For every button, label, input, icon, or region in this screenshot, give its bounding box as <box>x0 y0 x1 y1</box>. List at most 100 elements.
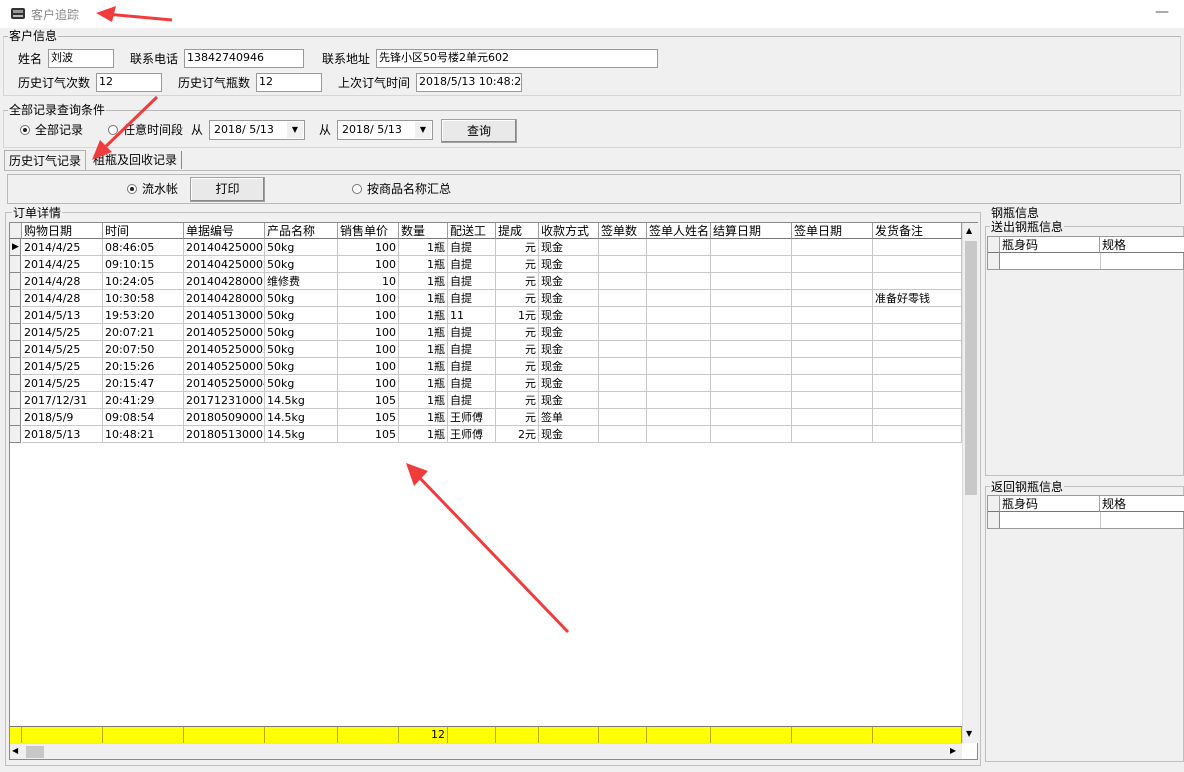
table-cell[interactable] <box>711 307 792 324</box>
table-cell[interactable]: 20:07:21 <box>103 324 184 341</box>
table-cell[interactable]: 2018/5/9 <box>22 409 103 426</box>
table-cell[interactable]: 现金 <box>539 375 599 392</box>
table-cell[interactable]: 现金 <box>539 307 599 324</box>
table-cell[interactable]: 105 <box>338 409 399 426</box>
table-cell[interactable]: 2014/5/25 <box>22 358 103 375</box>
table-cell[interactable]: 201805090001 <box>184 409 265 426</box>
table-cell[interactable]: 08:46:05 <box>103 239 184 256</box>
table-cell[interactable]: 100 <box>338 239 399 256</box>
row-indicator[interactable] <box>10 358 21 375</box>
table-cell[interactable]: 201404280001 <box>184 273 265 290</box>
table-cell[interactable] <box>873 358 962 375</box>
table-cell[interactable] <box>599 307 647 324</box>
tab-order-history[interactable]: 历史订气记录 <box>4 150 87 170</box>
table-cell[interactable] <box>711 273 792 290</box>
table-cell[interactable] <box>792 341 873 358</box>
radio-product-summary[interactable] <box>352 184 362 194</box>
table-cell[interactable] <box>711 409 792 426</box>
table-cell[interactable] <box>711 239 792 256</box>
table-cell[interactable]: 元 <box>496 239 539 256</box>
table-cell[interactable] <box>873 392 962 409</box>
table-cell[interactable] <box>873 409 962 426</box>
table-cell[interactable]: 现金 <box>539 426 599 443</box>
table-cell[interactable]: 14.5kg <box>265 409 338 426</box>
table-cell[interactable]: 50kg <box>265 358 338 375</box>
table-cell[interactable]: 2014/5/25 <box>22 324 103 341</box>
table-cell[interactable]: 王师傅 <box>448 409 496 426</box>
table-cell[interactable]: 100 <box>338 375 399 392</box>
table-cell[interactable]: 1瓶 <box>399 358 448 375</box>
table-cell[interactable]: 维修费 <box>265 273 338 290</box>
table-cell[interactable]: 自提 <box>448 358 496 375</box>
column-header[interactable]: 签单数 <box>599 223 647 239</box>
row-indicator[interactable]: ▶ <box>10 239 21 256</box>
scroll-up-icon[interactable]: ▲ <box>966 226 972 235</box>
column-header[interactable]: 时间 <box>103 223 184 239</box>
table-cell[interactable]: 元 <box>496 290 539 307</box>
table-cell[interactable] <box>873 307 962 324</box>
table-cell[interactable]: 现金 <box>539 392 599 409</box>
table-cell[interactable]: 20:15:47 <box>103 375 184 392</box>
table-cell[interactable]: 50kg <box>265 307 338 324</box>
table-cell[interactable] <box>599 341 647 358</box>
table-cell[interactable]: 元 <box>496 324 539 341</box>
scroll-down-icon[interactable]: ▼ <box>966 729 972 738</box>
table-cell[interactable] <box>647 290 711 307</box>
table-cell[interactable]: 1瓶 <box>399 409 448 426</box>
table-cell[interactable] <box>873 375 962 392</box>
name-field[interactable]: 刘波 <box>48 49 114 68</box>
table-cell[interactable]: 10:30:58 <box>103 290 184 307</box>
scroll-thumb[interactable] <box>965 241 977 495</box>
table-cell[interactable]: 105 <box>338 392 399 409</box>
table-cell[interactable]: 元 <box>496 375 539 392</box>
table-cell[interactable] <box>873 273 962 290</box>
table-cell[interactable] <box>711 392 792 409</box>
column-header[interactable]: 规格 <box>1100 237 1184 253</box>
scroll-left-icon[interactable]: ◀ <box>12 746 18 755</box>
table-cell[interactable] <box>792 239 873 256</box>
table-cell[interactable]: 100 <box>338 307 399 324</box>
table-cell[interactable]: 2014/4/25 <box>22 256 103 273</box>
column-header[interactable]: 规格 <box>1100 496 1184 512</box>
table-cell[interactable]: 现金 <box>539 239 599 256</box>
table-cell[interactable]: 201805130001 <box>184 426 265 443</box>
table-cell[interactable]: 09:08:54 <box>103 409 184 426</box>
tab-rental-recycle[interactable]: 租瓶及回收记录 <box>89 151 183 169</box>
table-cell[interactable]: 50kg <box>265 324 338 341</box>
scroll-right-icon[interactable]: ▶ <box>950 746 956 755</box>
chevron-down-icon[interactable]: ▼ <box>415 122 431 138</box>
table-cell[interactable]: 自提 <box>448 392 496 409</box>
table-cell[interactable]: 11 <box>448 307 496 324</box>
radio-date-range[interactable] <box>108 125 118 135</box>
table-cell[interactable]: 1瓶 <box>399 392 448 409</box>
horizontal-scrollbar[interactable]: ◀ ▶ <box>10 743 962 759</box>
table-cell[interactable]: 自提 <box>448 375 496 392</box>
table-cell[interactable]: 元 <box>496 409 539 426</box>
column-header[interactable]: 单据编号 <box>184 223 265 239</box>
table-cell[interactable]: 2018/5/13 <box>22 426 103 443</box>
table-cell[interactable]: 2017/12/31 <box>22 392 103 409</box>
row-indicator[interactable] <box>10 375 21 392</box>
table-cell[interactable]: 100 <box>338 256 399 273</box>
table-cell[interactable]: 105 <box>338 426 399 443</box>
table-cell[interactable] <box>599 409 647 426</box>
address-field[interactable]: 先锋小区50号楼2单元602 <box>376 49 658 68</box>
column-header[interactable]: 瓶身码 <box>1000 496 1100 512</box>
table-cell[interactable]: 签单 <box>539 409 599 426</box>
table-cell[interactable] <box>792 256 873 273</box>
table-cell[interactable]: 2元 <box>496 426 539 443</box>
table-cell[interactable]: 50kg <box>265 256 338 273</box>
last-order-field[interactable]: 2018/5/13 10:48:2 <box>416 73 522 92</box>
table-cell[interactable]: 50kg <box>265 375 338 392</box>
table-cell[interactable]: 201405250004 <box>184 375 265 392</box>
column-header[interactable]: 配送工 <box>448 223 496 239</box>
table-cell[interactable]: 元 <box>496 256 539 273</box>
chevron-down-icon[interactable]: ▼ <box>287 122 303 138</box>
table-cell[interactable]: 现金 <box>539 273 599 290</box>
table-cell[interactable]: 201405130001 <box>184 307 265 324</box>
table-cell[interactable] <box>792 409 873 426</box>
row-indicator[interactable] <box>10 341 21 358</box>
table-cell[interactable]: 09:10:15 <box>103 256 184 273</box>
table-cell[interactable] <box>599 358 647 375</box>
table-cell[interactable]: 14.5kg <box>265 426 338 443</box>
